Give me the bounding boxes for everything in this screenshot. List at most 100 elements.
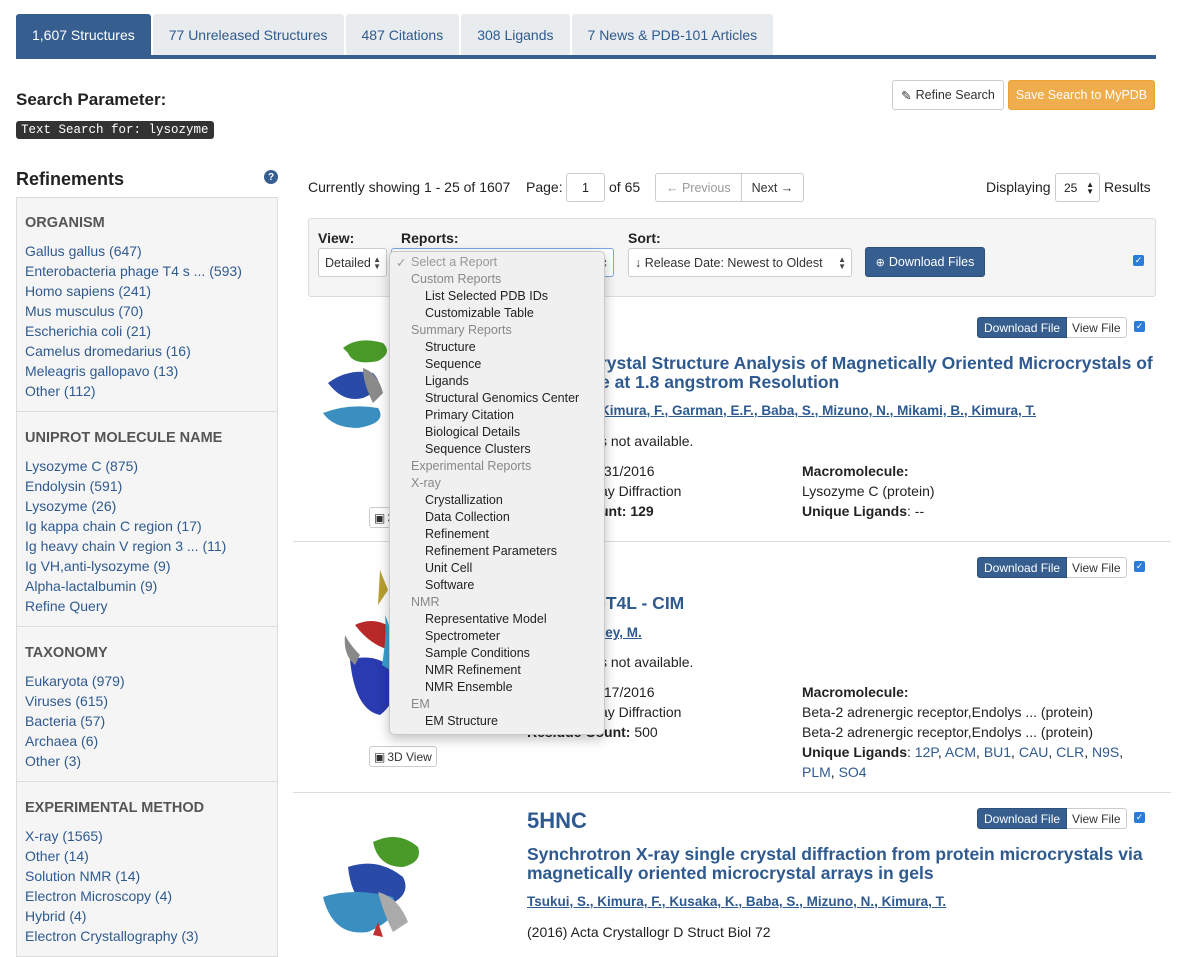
facet-item[interactable]: Camelus dromedarius (16) (25, 343, 191, 359)
author-link[interactable]: Kimura, T. (971, 403, 1036, 418)
select-all-checkbox[interactable]: ✓ (1133, 255, 1144, 266)
view-select[interactable]: Detailed ▲ ▼ (318, 248, 387, 277)
tab-citations[interactable]: 487 Citations (345, 14, 460, 56)
tab-ligands[interactable]: 308 Ligands (461, 14, 570, 56)
facet-item[interactable]: Bacteria (57) (25, 713, 105, 729)
structure-thumbnail[interactable] (318, 832, 433, 944)
result-checkbox[interactable]: ✓ (1134, 321, 1145, 332)
view-file-button[interactable]: View File (1067, 808, 1127, 829)
ligand-link[interactable]: N9S (1092, 744, 1119, 760)
facet-item[interactable]: Lysozyme (26) (25, 498, 116, 514)
result-title[interactable]: magnetically oriented microcrystal array… (527, 864, 934, 883)
facet-item[interactable]: Enterobacteria phage T4 s ... (593) (25, 263, 242, 279)
author-link[interactable]: Kusaka, K. (669, 894, 738, 909)
facet-item[interactable]: Electron Microscopy (4) (25, 888, 172, 904)
tab-unreleased[interactable]: 77 Unreleased Structures (152, 14, 344, 56)
ligand-link[interactable]: PLM (802, 764, 831, 780)
facet-item[interactable]: X-ray (1565) (25, 828, 103, 844)
download-file-button[interactable]: Download File (977, 808, 1068, 829)
report-option[interactable]: Crystallization (425, 493, 503, 507)
facet-item[interactable]: Homo sapiens (241) (25, 283, 151, 299)
report-option[interactable]: Spectrometer (425, 629, 500, 643)
download-files-button[interactable]: ⊕ Download Files (865, 247, 985, 277)
facet-item[interactable]: Endolysin (591) (25, 478, 122, 494)
author-link[interactable]: Tsukui, S. (527, 894, 590, 909)
result-title[interactable]: e at 1.8 angstrom Resolution (600, 373, 839, 392)
report-option[interactable]: Structure (425, 340, 476, 354)
author-link[interactable]: Baba, S. (746, 894, 799, 909)
refine-search-button[interactable]: ✎ Refine Search (892, 80, 1004, 110)
report-option[interactable]: Sample Conditions (425, 646, 530, 660)
next-button[interactable]: Next → (742, 174, 804, 201)
view-3d-button[interactable]: ▣ 3D View (369, 746, 437, 767)
ligand-link[interactable]: ACM (945, 744, 976, 760)
report-option[interactable]: Refinement Parameters (425, 544, 557, 558)
view-file-button[interactable]: View File (1067, 557, 1127, 578)
report-option[interactable]: Representative Model (425, 612, 547, 626)
result-authors[interactable]: rey, M. (600, 625, 642, 640)
help-icon[interactable]: ? (264, 170, 278, 184)
facet-item[interactable]: Ig heavy chain V region 3 ... (11) (25, 538, 226, 554)
report-option[interactable]: List Selected PDB IDs (425, 289, 548, 303)
facet-item[interactable]: Mus musculus (70) (25, 303, 143, 319)
facet-item[interactable]: Electron Crystallography (3) (25, 928, 199, 944)
report-option[interactable]: Ligands (425, 374, 469, 388)
refine-query-link[interactable]: Refine Query (25, 598, 107, 614)
facet-item[interactable]: Eukaryota (979) (25, 673, 125, 689)
author-link[interactable]: Kimura, F. (597, 894, 662, 909)
report-option[interactable]: Primary Citation (425, 408, 514, 422)
author-link[interactable]: Mizuno, N. (822, 403, 890, 418)
view-file-button[interactable]: View File (1067, 317, 1127, 338)
facet-item[interactable]: Solution NMR (14) (25, 868, 140, 884)
report-option[interactable]: Biological Details (425, 425, 520, 439)
ligand-link[interactable]: BU1 (984, 744, 1011, 760)
download-file-button[interactable]: Download File (977, 317, 1068, 338)
author-link[interactable]: Mikami, B. (897, 403, 964, 418)
facet-item[interactable]: Escherichia coli (21) (25, 323, 151, 339)
report-option[interactable]: Refinement (425, 527, 489, 541)
report-option[interactable]: EM Structure (425, 714, 498, 728)
facet-item[interactable]: Meleagris gallopavo (13) (25, 363, 178, 379)
report-option[interactable]: Sequence Clusters (425, 442, 531, 456)
author-link[interactable]: Mizuno, N. (807, 894, 875, 909)
result-title[interactable]: Synchrotron X-ray single crystal diffrac… (527, 845, 1143, 864)
author-link[interactable]: Garman, E.F. (672, 403, 754, 418)
facet-item[interactable]: Other (14) (25, 848, 89, 864)
report-option[interactable]: Customizable Table (425, 306, 534, 320)
facet-item[interactable]: Other (3) (25, 753, 81, 769)
ligand-link[interactable]: SO4 (839, 764, 867, 780)
report-option[interactable]: Data Collection (425, 510, 510, 524)
author-link[interactable]: Baba, S. (761, 403, 814, 418)
facet-item[interactable]: Ig VH,anti-lysozyme (9) (25, 558, 170, 574)
report-option[interactable]: Software (425, 578, 474, 592)
report-option[interactable]: NMR Ensemble (425, 680, 513, 694)
previous-button[interactable]: ← Previous (656, 174, 742, 201)
facet-item[interactable]: Viruses (615) (25, 693, 108, 709)
facet-item[interactable]: Gallus gallus (647) (25, 243, 142, 259)
report-option[interactable]: Unit Cell (425, 561, 472, 575)
result-pdb-id[interactable]: 5HNC (527, 808, 587, 834)
author-link[interactable]: Kimura, F. (600, 403, 665, 418)
report-option[interactable]: Structural Genomics Center (425, 391, 579, 405)
page-input[interactable]: 1 (566, 173, 605, 202)
facet-item[interactable]: Hybrid (4) (25, 908, 86, 924)
report-option[interactable]: NMR Refinement (425, 663, 521, 677)
ligand-link[interactable]: 12P (915, 744, 938, 760)
sort-select[interactable]: ↓ Release Date: Newest to Oldest ▲ ▼ (628, 248, 852, 277)
result-checkbox[interactable]: ✓ (1134, 561, 1145, 572)
ligand-link[interactable]: CLR (1056, 744, 1084, 760)
download-file-button[interactable]: Download File (977, 557, 1068, 578)
tab-structures[interactable]: 1,607 Structures (16, 14, 151, 56)
report-option[interactable]: Sequence (425, 357, 481, 371)
save-search-button[interactable]: Save Search to MyPDB (1008, 80, 1155, 110)
structure-thumbnail[interactable] (318, 328, 398, 451)
facet-item[interactable]: Other (112) (25, 383, 96, 399)
per-page-select[interactable]: 25 ▲ ▼ (1055, 173, 1100, 202)
report-option[interactable]: Select a Report (411, 255, 497, 269)
result-title[interactable]: -T4L - CIM (600, 594, 684, 613)
ligand-link[interactable]: CAU (1019, 744, 1049, 760)
author-link[interactable]: Kimura, T. (882, 894, 947, 909)
result-title[interactable]: rystal Structure Analysis of Magneticall… (600, 354, 1153, 373)
facet-item[interactable]: Alpha-lactalbumin (9) (25, 578, 157, 594)
facet-item[interactable]: Lysozyme C (875) (25, 458, 138, 474)
